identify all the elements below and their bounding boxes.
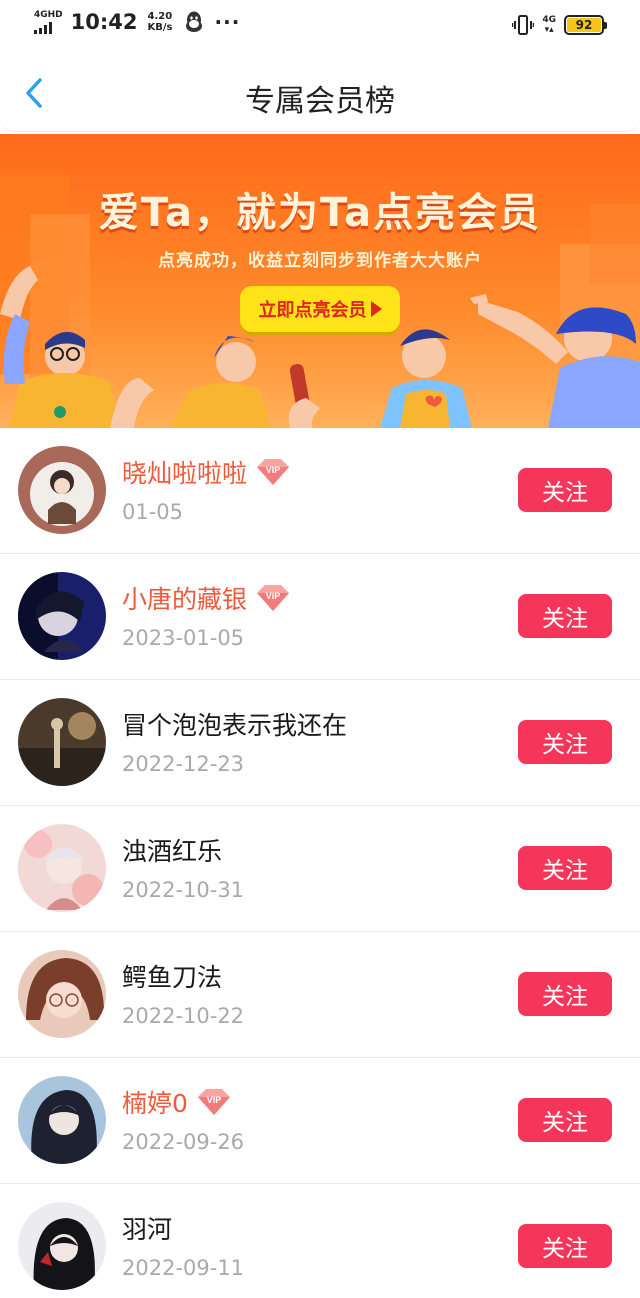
member-name-text: 楠婷0 xyxy=(122,1089,188,1118)
battery-icon: 92 xyxy=(564,15,607,35)
member-name-text: 晓灿啦啦啦 xyxy=(122,459,248,488)
member-date: 2022-09-11 xyxy=(122,1256,245,1280)
vip-diamond-icon: VIP xyxy=(197,1089,230,1115)
follow-button[interactable]: 关注 xyxy=(518,972,612,1016)
signal-bars-icon xyxy=(34,21,54,34)
qq-penguin-icon xyxy=(185,11,202,32)
member-list: 晓灿啦啦啦 VIP 01-05 关注 小唐的藏银 VIP 2023-01-05 … xyxy=(0,428,640,1298)
list-item[interactable]: 晓灿啦啦啦 VIP 01-05 关注 xyxy=(0,428,640,554)
list-item[interactable]: 浊酒红乐 2022-10-31 关注 xyxy=(0,806,640,932)
follow-button[interactable]: 关注 xyxy=(518,720,612,764)
member-date: 2023-01-05 xyxy=(122,626,245,650)
member-name: 楠婷0 VIP xyxy=(122,1084,234,1120)
signal-indicator: 4GHD xyxy=(34,9,63,34)
avatar[interactable] xyxy=(18,572,106,660)
member-name-text: 鳄鱼刀法 xyxy=(122,963,223,992)
page-title: 专属会员榜 xyxy=(245,84,395,119)
follow-button[interactable]: 关注 xyxy=(518,594,612,638)
vibrate-icon xyxy=(512,15,535,35)
speed-value: 4.20 xyxy=(147,11,173,22)
member-date: 2022-12-23 xyxy=(122,752,245,776)
member-name-text: 小唐的藏银 xyxy=(122,585,248,614)
follow-button[interactable]: 关注 xyxy=(518,1224,612,1268)
member-name: 小唐的藏银 VIP xyxy=(122,580,293,616)
list-item[interactable]: 楠婷0 VIP 2022-09-26 关注 xyxy=(0,1058,640,1184)
speed-unit: KB/s xyxy=(147,22,173,33)
avatar[interactable] xyxy=(18,446,106,534)
member-name-text: 羽河 xyxy=(122,1215,173,1244)
avatar[interactable] xyxy=(18,1202,106,1290)
network-speed: 4.20 KB/s xyxy=(148,11,173,33)
promo-banner[interactable]: 爱Ta，就为Ta点亮会员 点亮成功，收益立刻同步到作者大大账户 立即点亮会员 xyxy=(0,134,640,428)
avatar[interactable] xyxy=(18,950,106,1038)
banner-subtitle: 点亮成功，收益立刻同步到作者大大账户 xyxy=(158,251,482,271)
member-name-text: 浊酒红乐 xyxy=(122,837,223,866)
light-up-membership-button[interactable]: 立即点亮会员 xyxy=(240,286,400,332)
avatar[interactable] xyxy=(18,698,106,786)
vip-diamond-icon: VIP xyxy=(257,585,290,611)
member-date: 01-05 xyxy=(122,500,184,524)
member-date: 2022-10-31 xyxy=(122,878,245,902)
play-arrow-icon xyxy=(370,301,382,317)
member-name-text: 冒个泡泡表示我还在 xyxy=(122,711,348,740)
network-label: 4GHD xyxy=(34,9,63,20)
list-item[interactable]: 小唐的藏银 VIP 2023-01-05 关注 xyxy=(0,554,640,680)
battery-level: 92 xyxy=(567,18,601,32)
member-date: 2022-10-22 xyxy=(122,1004,245,1028)
net-type-label: 4G xyxy=(542,15,556,25)
member-name: 冒个泡泡表示我还在 xyxy=(122,706,347,742)
data-arrows-icon: ▾▴ xyxy=(544,25,554,35)
avatar[interactable] xyxy=(18,824,106,912)
member-name: 羽河 xyxy=(122,1210,172,1246)
nav-bar: 专属会员榜 xyxy=(0,52,640,132)
svg-text:VIP: VIP xyxy=(207,1095,222,1105)
clock: 10:42 xyxy=(70,10,138,34)
follow-button[interactable]: 关注 xyxy=(518,468,612,512)
member-name: 鳄鱼刀法 xyxy=(122,958,222,994)
banner-button-label: 立即点亮会员 xyxy=(258,300,367,321)
member-name: 晓灿啦啦啦 VIP xyxy=(122,454,293,490)
banner-title: 爱Ta，就为Ta点亮会员 xyxy=(98,190,542,236)
list-item[interactable]: 鳄鱼刀法 2022-10-22 关注 xyxy=(0,932,640,1058)
status-bar: 4GHD 10:42 4.20 KB/s ··· 4G ▾▴ 92 xyxy=(0,0,640,52)
banner-illustration xyxy=(0,174,640,428)
member-name: 浊酒红乐 xyxy=(122,832,222,868)
svg-text:VIP: VIP xyxy=(266,465,281,475)
avatar[interactable] xyxy=(18,1076,106,1164)
list-item[interactable]: 羽河 2022-09-11 关注 xyxy=(0,1184,640,1298)
mobile-data-indicator: 4G ▾▴ xyxy=(542,15,556,35)
follow-button[interactable]: 关注 xyxy=(518,1098,612,1142)
list-item[interactable]: 冒个泡泡表示我还在 2022-12-23 关注 xyxy=(0,680,640,806)
more-notifications-icon: ··· xyxy=(214,10,241,34)
member-date: 2022-09-26 xyxy=(122,1130,245,1154)
follow-button[interactable]: 关注 xyxy=(518,846,612,890)
vip-diamond-icon: VIP xyxy=(257,459,290,485)
svg-text:VIP: VIP xyxy=(266,591,281,601)
